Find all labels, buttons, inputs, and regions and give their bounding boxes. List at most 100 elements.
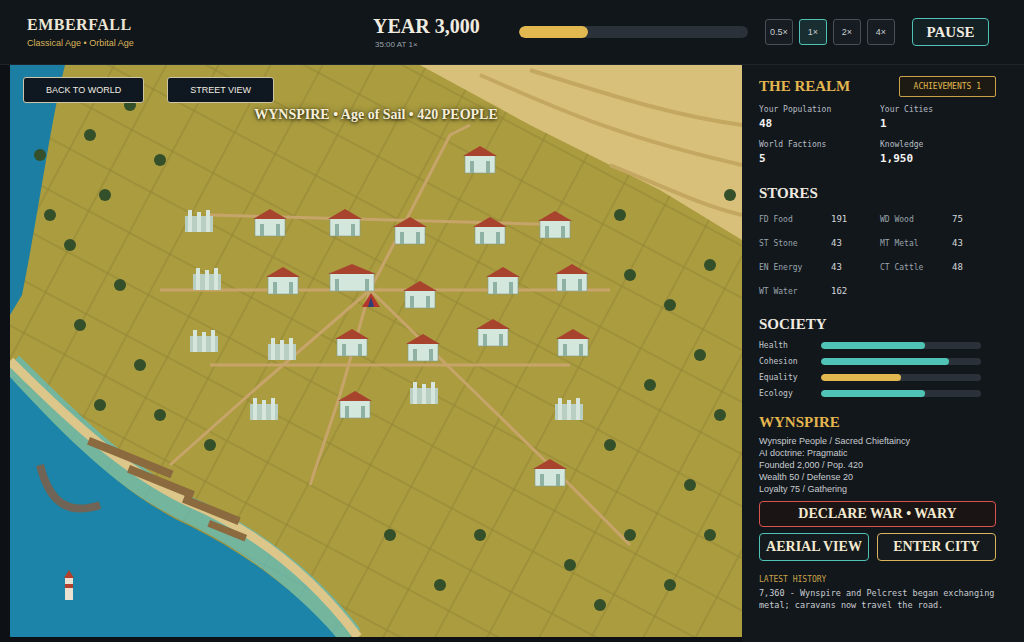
building — [328, 209, 362, 236]
building — [463, 146, 497, 173]
stat: Knowledge 1,950 — [880, 140, 996, 165]
stat-label: Knowledge — [880, 140, 996, 149]
building — [476, 319, 510, 346]
meter-track — [821, 374, 981, 381]
ruin — [190, 330, 218, 352]
stat-value: 5 — [759, 152, 880, 165]
building — [533, 459, 567, 486]
clock: 35:00 AT 1× — [373, 40, 519, 49]
map-button[interactable]: BACK TO WORLD — [23, 77, 144, 103]
store-item: WD Wood75 — [880, 214, 996, 224]
age-subtitle: Classical Age • Orbital Age — [27, 38, 373, 48]
store-item: MT Metal43 — [880, 238, 996, 248]
building — [338, 391, 372, 418]
ruin — [250, 398, 278, 420]
meter-track — [821, 342, 981, 349]
store-item: EN Energy43 — [759, 262, 880, 272]
store-item: WT Water162 — [759, 286, 880, 296]
meter-row: Cohesion — [759, 357, 996, 366]
pause-button[interactable]: PAUSE — [912, 18, 989, 46]
tree — [384, 529, 396, 541]
tree — [684, 479, 696, 491]
brand: EMBERFALL Classical Age • Orbital Age — [27, 16, 373, 48]
building — [266, 267, 300, 294]
lighthouse — [64, 570, 74, 600]
meter-track — [821, 390, 981, 397]
realm-panel: THE REALMACHIEVEMENTS 1Your Population48… — [742, 65, 1024, 642]
realm-header: THE REALM ACHIEVEMENTS 1 — [759, 76, 996, 97]
main: BACK TO WORLD STREET VIEW WYNSPIRE • Age o… — [0, 65, 1024, 642]
building — [406, 334, 440, 361]
section-title: SOCIETY — [759, 316, 996, 333]
year-progress — [519, 26, 748, 38]
store-item: FD Food191 — [759, 214, 880, 224]
top-bar: EMBERFALL Classical Age • Orbital AgeYEAR… — [0, 0, 1024, 65]
tree — [84, 129, 96, 141]
building — [556, 329, 590, 356]
map-title: WYNSPIRE • Age of Sail • 420 PEOPLE — [10, 107, 742, 123]
stat-value: 1,950 — [880, 152, 996, 165]
game-screen: EMBERFALL Classical Age • Orbital AgeYEAR… — [0, 0, 1024, 642]
store-item: ST Stone43 — [759, 238, 880, 248]
tree — [44, 209, 56, 221]
store-value: 75 — [952, 214, 996, 224]
tree — [474, 529, 486, 541]
enter-city-button[interactable]: ENTER CITY — [877, 533, 996, 561]
tree — [704, 529, 716, 541]
tree — [34, 149, 46, 161]
stat-value: 1 — [880, 117, 996, 130]
stat-label: Your Population — [759, 105, 880, 114]
store-label: MT Metal — [880, 239, 952, 248]
history-title: LATEST HISTORY — [759, 575, 996, 584]
city-info: Wynspire People / Sacred ChieftaincyAI d… — [759, 435, 996, 495]
docks — [40, 437, 247, 541]
declare-war-button[interactable]: DECLARE WAR • WARY — [759, 501, 996, 527]
city-info-line: Founded 2,000 / Pop. 420 — [759, 459, 996, 471]
ruin — [410, 382, 438, 404]
tent — [362, 293, 380, 307]
ruin — [193, 268, 221, 290]
tree — [614, 209, 626, 221]
speed-button[interactable]: 1× — [799, 19, 827, 45]
store-value: 43 — [952, 238, 996, 248]
stores-grid: FD Food191WD Wood75 ST Stone43MT Metal43 E… — [759, 214, 996, 296]
roads — [160, 125, 630, 545]
store-value: 43 — [831, 238, 880, 248]
speed-button[interactable]: 0.5× — [765, 19, 793, 45]
stat: Your Cities1 — [880, 105, 996, 130]
ruin — [185, 210, 213, 232]
store-value: 48 — [952, 262, 996, 272]
map-cell: BACK TO WORLD STREET VIEW WYNSPIRE • Age o… — [0, 65, 742, 642]
tree — [94, 399, 106, 411]
building — [538, 211, 572, 238]
ruin — [555, 398, 583, 420]
tree — [644, 379, 656, 391]
tree — [624, 269, 636, 281]
store-label: FD Food — [759, 215, 831, 224]
building — [486, 267, 520, 294]
stat: Your Population48 — [759, 105, 880, 130]
dunes — [420, 65, 742, 240]
building — [555, 264, 589, 291]
city-info-line: AI doctrine: Pragmatic — [759, 447, 996, 459]
realm-stats: Your Population48Your Cities1World Facti… — [759, 105, 996, 165]
tree — [704, 259, 716, 271]
map-terrain[interactable] — [10, 65, 742, 637]
stat: World Factions 5 — [759, 140, 880, 165]
aerial-view-button[interactable]: AERIAL VIEW — [759, 533, 869, 561]
meter-label: Health — [759, 341, 821, 350]
map-button[interactable]: STREET VIEW — [167, 77, 274, 103]
game-title: EMBERFALL — [27, 16, 373, 34]
achievements-button[interactable]: ACHIEVEMENTS 1 — [899, 76, 996, 97]
building — [253, 209, 287, 236]
section-title: THE REALM — [759, 78, 850, 95]
speed-button[interactable]: 2× — [833, 19, 861, 45]
section-title: STORES — [759, 185, 996, 202]
history-entry: 7,360 - Wynspire and Pelcrest began exch… — [759, 587, 996, 611]
year-block: YEAR 3,00035:00 AT 1× — [373, 15, 519, 49]
stat-label: World Factions — [759, 140, 880, 149]
speed-button[interactable]: 4× — [867, 19, 895, 45]
meter-row: Equality — [759, 373, 996, 382]
city-actions: AERIAL VIEW ENTER CITY — [759, 533, 996, 561]
building — [473, 217, 507, 244]
